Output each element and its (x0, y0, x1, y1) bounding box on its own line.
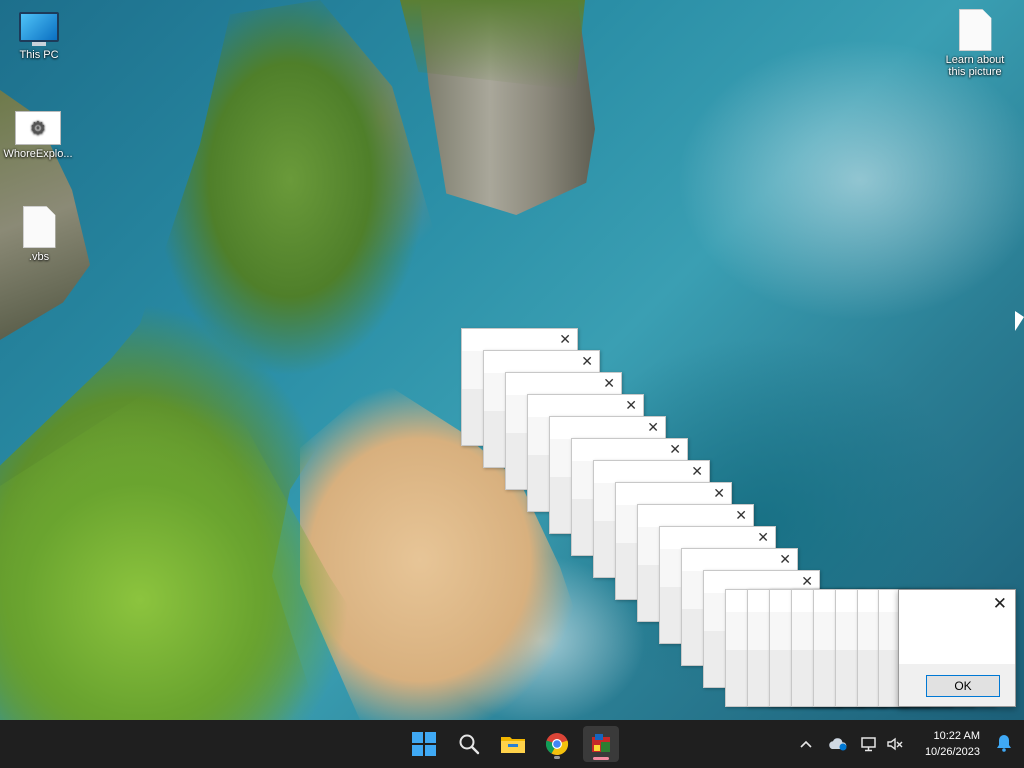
folder-icon (501, 737, 525, 753)
onedrive-icon (829, 738, 847, 751)
network-tray-button[interactable] (858, 720, 880, 768)
desktop-icon-whoreexplo[interactable]: ⚙ WhoreExplo... (0, 111, 76, 160)
clock[interactable]: 10:22 AM 10/26/2023 (925, 728, 980, 760)
close-icon[interactable]: ✕ (735, 508, 747, 522)
desktop-icon-label: Learn about this picture (945, 54, 1005, 78)
chrome-icon (545, 733, 569, 756)
dialog-titlebar[interactable]: ✕ (899, 590, 1015, 618)
computer-icon (1, 12, 77, 46)
dialog-footer: OK (899, 664, 1015, 706)
show-hidden-icons-button[interactable] (796, 720, 816, 768)
desktop-icon-label: This PC (19, 49, 59, 61)
document-icon (22, 206, 56, 248)
active-indicator (593, 757, 609, 760)
desktop[interactable]: This PC ⚙ WhoreExplo... .vbs Learn about… (0, 0, 1024, 720)
mouse-cursor (1015, 311, 1024, 331)
close-icon[interactable]: ✕ (691, 464, 703, 478)
close-icon[interactable]: ✕ (603, 376, 615, 390)
windows-logo-icon (412, 732, 436, 756)
close-icon[interactable]: ✕ (779, 552, 791, 566)
ok-button[interactable]: OK (926, 675, 1000, 697)
message-box-front[interactable]: ✕ OK (898, 589, 1016, 707)
network-icon (861, 737, 876, 752)
desktop-icon-learn-about-picture[interactable]: Learn about this picture (937, 9, 1013, 78)
file-explorer-button[interactable] (495, 726, 531, 762)
running-indicator (554, 756, 560, 759)
desktop-icon-label: WhoreExplo... (3, 148, 73, 160)
desktop-icon-label: .vbs (28, 251, 50, 263)
close-icon[interactable]: ✕ (559, 332, 571, 346)
close-icon[interactable]: ✕ (647, 420, 659, 434)
app-icon (592, 734, 610, 752)
close-icon[interactable]: ✕ (625, 398, 637, 412)
volume-tray-button[interactable] (884, 720, 906, 768)
notification-button[interactable] (996, 734, 1012, 757)
close-icon[interactable]: ✕ (801, 574, 813, 588)
onedrive-tray-button[interactable] (827, 720, 849, 768)
close-icon[interactable]: ✕ (581, 354, 593, 368)
document-icon (958, 9, 992, 51)
taskbar: 10:22 AM 10/26/2023 (0, 720, 1024, 768)
start-button[interactable] (406, 726, 442, 762)
search-icon (459, 734, 480, 755)
bell-icon (997, 735, 1011, 752)
close-icon[interactable]: ✕ (669, 442, 681, 456)
clock-time: 10:22 AM (933, 730, 980, 742)
search-button[interactable] (451, 726, 487, 762)
desktop-icon-vbs[interactable]: .vbs (1, 206, 77, 263)
settings-file-icon: ⚙ (15, 111, 61, 145)
close-icon[interactable]: ✕ (757, 530, 769, 544)
clock-date: 10/26/2023 (924, 746, 980, 758)
volume-muted-icon (887, 737, 903, 751)
close-icon[interactable]: ✕ (993, 594, 1007, 614)
wallpaper-rock-vegetation (400, 0, 585, 90)
desktop-icon-this-pc[interactable]: This PC (1, 12, 77, 61)
dialog-body (899, 618, 1015, 666)
chrome-button[interactable] (539, 726, 575, 762)
running-app-button[interactable] (583, 726, 619, 762)
chevron-up-icon (800, 740, 812, 748)
close-icon[interactable]: ✕ (713, 486, 725, 500)
